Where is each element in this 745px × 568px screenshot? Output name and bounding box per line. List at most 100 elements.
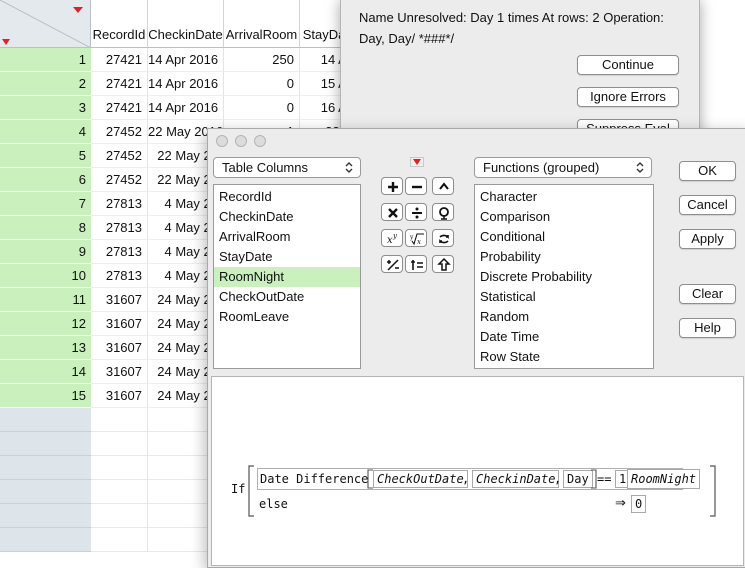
local-variable-button[interactable] (432, 203, 454, 221)
continue-button[interactable]: Continue (577, 55, 679, 75)
row-number[interactable]: 7 (0, 192, 91, 216)
table-cell[interactable]: 0 (224, 72, 300, 96)
root-button[interactable]: yx (405, 229, 427, 247)
cancel-button[interactable]: Cancel (679, 195, 736, 215)
keypad-menu-button[interactable] (410, 157, 424, 167)
table-cell[interactable]: 14 Apr 2016 (148, 96, 224, 120)
ignore-errors-button[interactable]: Ignore Errors (577, 87, 679, 107)
table-cell[interactable]: 31607 (91, 288, 148, 312)
functions-list[interactable]: Character Comparison Conditional Probabilit… (474, 184, 654, 369)
function-group-item[interactable]: Character (475, 187, 653, 207)
row-number[interactable]: 1 (0, 48, 91, 72)
row-number[interactable]: 6 (0, 168, 91, 192)
table-cell[interactable]: 14 Apr 2016 (148, 48, 224, 72)
table-cell[interactable]: 14 Apr 2016 (148, 72, 224, 96)
arg-checkoutdate[interactable]: CheckOutDate (373, 470, 468, 488)
column-list-item[interactable]: ArrivalRoom (214, 227, 360, 247)
row-number[interactable]: 13 (0, 336, 91, 360)
table-cell[interactable]: 27813 (91, 192, 148, 216)
table-cell[interactable]: 27813 (91, 240, 148, 264)
column-list-item[interactable]: CheckOutDate (214, 287, 360, 307)
table-cell[interactable]: 31607 (91, 384, 148, 408)
row-number[interactable]: 10 (0, 264, 91, 288)
close-window-button[interactable] (216, 135, 228, 147)
divide-button[interactable] (405, 203, 427, 221)
table-cell[interactable]: 27813 (91, 264, 148, 288)
table-cell[interactable]: 250 (224, 48, 300, 72)
function-group-item[interactable]: Statistical (475, 287, 653, 307)
function-group-item[interactable]: Probability (475, 247, 653, 267)
table-cell[interactable]: 31607 (91, 336, 148, 360)
table-cell[interactable]: 0 (224, 96, 300, 120)
ok-button[interactable]: OK (679, 161, 736, 181)
then-result-roomnight[interactable]: RoomNight (627, 469, 701, 489)
arg-checkindate[interactable]: CheckinDate (472, 470, 560, 488)
peel-button[interactable] (432, 255, 454, 273)
table-cell[interactable]: 27421 (91, 96, 148, 120)
function-group-item[interactable]: Comparison (475, 207, 653, 227)
raise-button[interactable] (432, 177, 454, 195)
column-list-item[interactable]: RecordId (214, 187, 360, 207)
empty-row-header[interactable] (0, 432, 91, 456)
table-cell[interactable]: 27452 (91, 144, 148, 168)
help-button[interactable]: Help (679, 318, 736, 338)
if-condition-box[interactable]: Date Difference CheckOutDate , CheckinDa… (257, 468, 683, 490)
empty-table-cell[interactable] (91, 528, 148, 552)
function-group-item[interactable]: Date Time (475, 327, 653, 347)
row-number[interactable]: 9 (0, 240, 91, 264)
formula-display-area[interactable]: If Date Difference CheckOutDate , Checki… (211, 376, 744, 566)
zoom-window-button[interactable] (254, 135, 266, 147)
multiply-button[interactable] (381, 203, 403, 221)
assign-button[interactable] (405, 255, 427, 273)
empty-row-header[interactable] (0, 408, 91, 432)
row-number[interactable]: 14 (0, 360, 91, 384)
column-list-item[interactable]: CheckinDate (214, 207, 360, 227)
power-button[interactable]: xy (381, 229, 403, 247)
else-result-value[interactable]: 0 (631, 495, 647, 513)
table-columns-list[interactable]: RecordId CheckinDate ArrivalRoom StayDate Ro… (213, 184, 361, 369)
table-cell[interactable]: 27813 (91, 216, 148, 240)
row-number[interactable]: 15 (0, 384, 91, 408)
function-group-item[interactable]: Discrete Probability (475, 267, 653, 287)
function-group-item[interactable]: Random (475, 307, 653, 327)
empty-row-header[interactable] (0, 504, 91, 528)
row-number[interactable]: 3 (0, 96, 91, 120)
row-number[interactable]: 12 (0, 312, 91, 336)
empty-table-cell[interactable] (91, 408, 148, 432)
function-group-item[interactable]: Conditional (475, 227, 653, 247)
row-number[interactable]: 11 (0, 288, 91, 312)
column-list-item[interactable]: RoomLeave (214, 307, 360, 327)
clear-button[interactable]: Clear (679, 284, 736, 304)
add-button[interactable] (381, 177, 403, 195)
minimize-window-button[interactable] (235, 135, 247, 147)
row-number[interactable]: 2 (0, 72, 91, 96)
swap-button[interactable] (432, 229, 454, 247)
column-list-item[interactable]: RoomNight (214, 267, 360, 287)
table-corner[interactable] (0, 0, 91, 48)
empty-row-header[interactable] (0, 456, 91, 480)
column-list-item[interactable]: StayDate (214, 247, 360, 267)
subtract-button[interactable] (405, 177, 427, 195)
functions-popup[interactable]: Functions (grouped) (474, 157, 652, 178)
table-cell[interactable]: 27452 (91, 168, 148, 192)
row-number[interactable]: 4 (0, 120, 91, 144)
arg-day[interactable]: Day (563, 470, 593, 488)
apply-button[interactable]: Apply (679, 229, 736, 249)
table-cell[interactable]: 31607 (91, 312, 148, 336)
table-cell[interactable]: 27421 (91, 48, 148, 72)
table-cell[interactable]: 31607 (91, 360, 148, 384)
empty-row-header[interactable] (0, 528, 91, 552)
empty-table-cell[interactable] (91, 504, 148, 528)
row-number[interactable]: 5 (0, 144, 91, 168)
row-number[interactable]: 8 (0, 216, 91, 240)
table-cell[interactable]: 27421 (91, 72, 148, 96)
function-group-item[interactable]: Row State (475, 347, 653, 367)
empty-table-cell[interactable] (91, 456, 148, 480)
empty-row-header[interactable] (0, 480, 91, 504)
empty-table-cell[interactable] (91, 480, 148, 504)
empty-table-cell[interactable] (91, 432, 148, 456)
table-columns-popup[interactable]: Table Columns (213, 157, 361, 178)
column-header[interactable]: ArrivalRoom (224, 0, 300, 48)
column-header[interactable]: RecordId (91, 0, 148, 48)
negate-button[interactable] (381, 255, 403, 273)
